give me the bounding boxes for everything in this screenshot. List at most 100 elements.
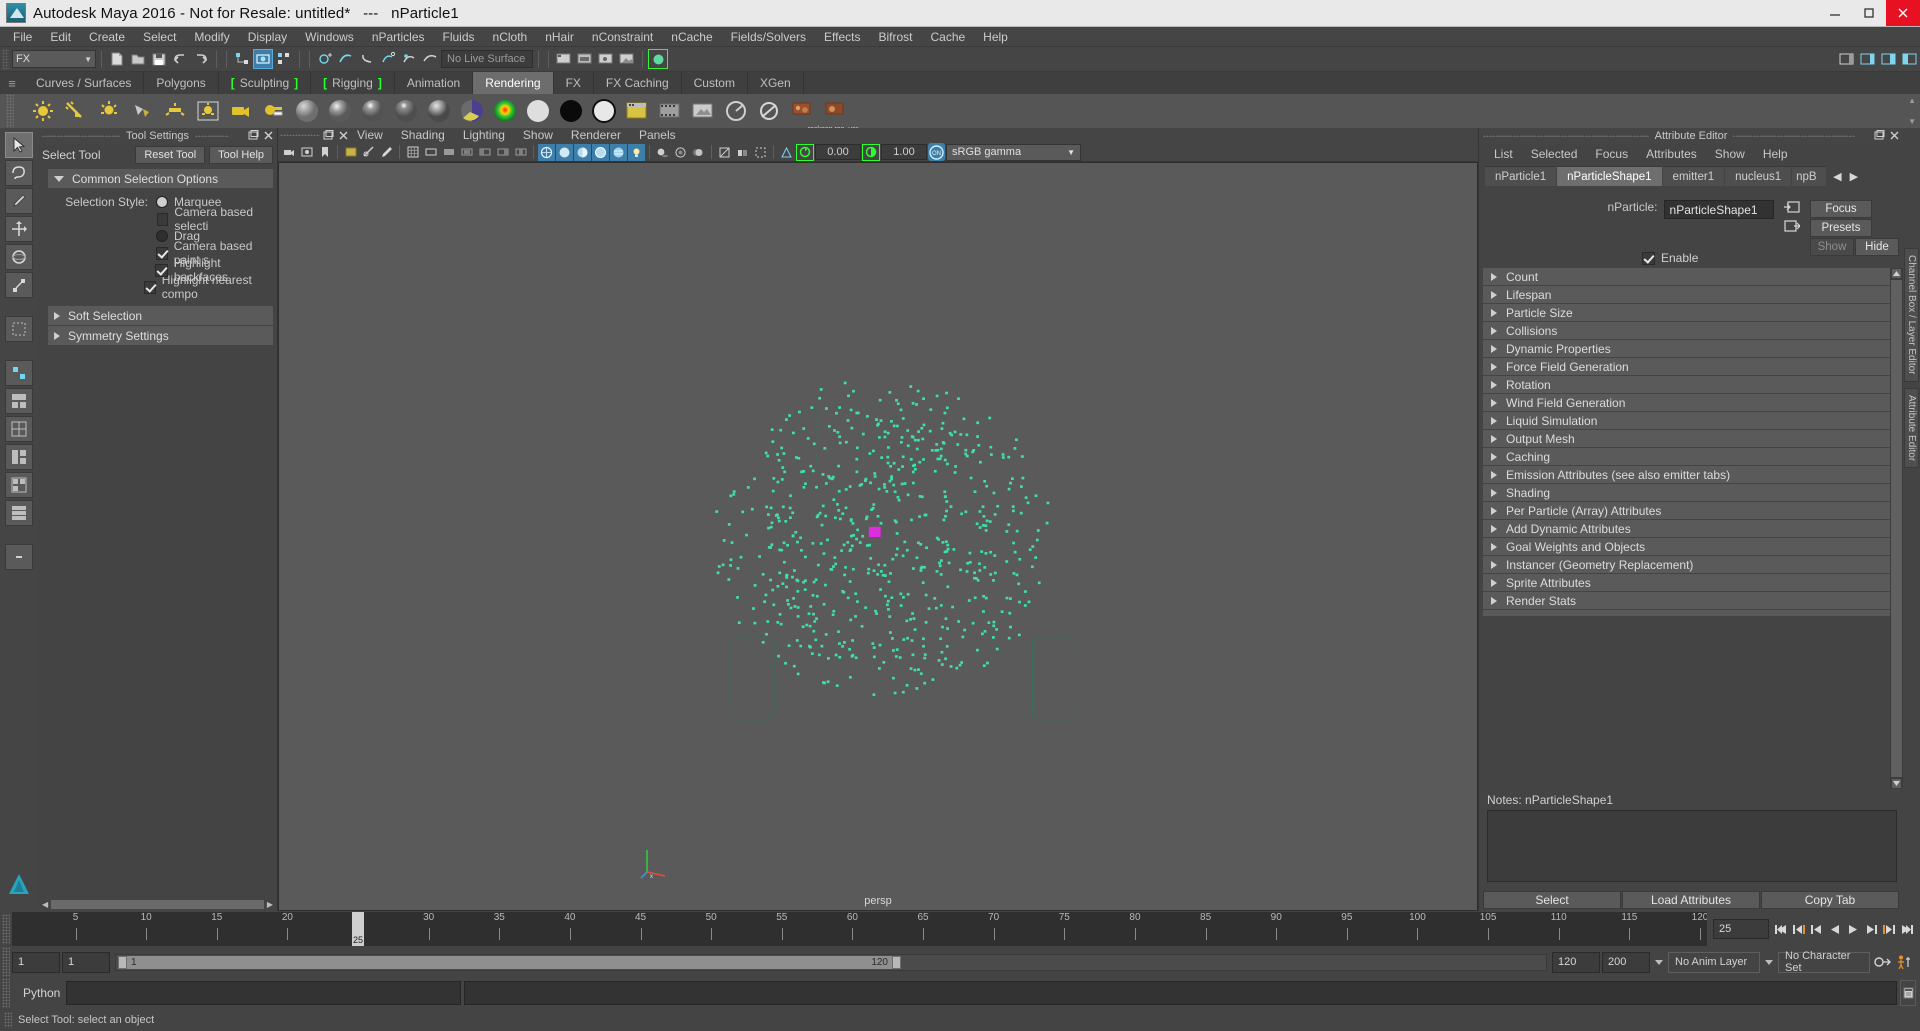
ae-menu-focus[interactable]: Focus [1586, 147, 1637, 161]
command-input-field[interactable] [66, 981, 461, 1005]
section-liquid-simulation[interactable]: Liquid Simulation [1483, 412, 1890, 429]
scroll-up-icon[interactable] [1891, 268, 1902, 279]
section-add-dynamic-attributes[interactable]: Add Dynamic Attributes [1483, 520, 1890, 537]
anisotropic-material-icon[interactable] [424, 96, 454, 126]
image-plane-icon[interactable] [342, 144, 359, 161]
menu-display[interactable]: Display [239, 27, 296, 47]
viewport-menu-shading[interactable]: Shading [392, 128, 454, 143]
viewport-menu-panels[interactable]: Panels [630, 128, 685, 143]
checkbox-highlight-backfaces[interactable] [154, 263, 168, 277]
select-by-component-icon[interactable] [274, 49, 294, 69]
section-render-stats[interactable]: Render Stats [1483, 592, 1890, 609]
camera-attributes-icon[interactable] [298, 144, 315, 161]
spot-light-icon[interactable] [127, 96, 157, 126]
menu-fields-solvers[interactable]: Fields/Solvers [722, 27, 815, 47]
menu-windows[interactable]: Windows [296, 27, 363, 47]
maximize-button[interactable] [1852, 0, 1886, 26]
ae-menu-selected[interactable]: Selected [1522, 147, 1587, 161]
hypershade-icon[interactable] [648, 49, 668, 69]
ae-tab-npb[interactable]: npB [1792, 166, 1827, 186]
vtab-channel-box-layer-editor[interactable]: Channel Box / Layer Editor [1904, 248, 1919, 382]
shelf-tab-fx[interactable]: FX [554, 72, 594, 94]
snap-to-grid-icon[interactable] [315, 49, 335, 69]
layered-shader-icon[interactable] [457, 96, 487, 126]
gamma-field[interactable]: 1.00 [881, 144, 927, 160]
paint-select-tool-button[interactable] [5, 188, 33, 214]
viewport-menu-renderer[interactable]: Renderer [562, 128, 630, 143]
anim-layer-chevron-icon[interactable] [1765, 959, 1773, 965]
frame-common-selection-options[interactable]: Common Selection Options [48, 169, 273, 188]
select-camera-icon[interactable] [280, 144, 297, 161]
close-panel-icon[interactable] [1888, 129, 1901, 142]
shelf-menu-handle-icon[interactable]: ≡ [0, 72, 24, 94]
viewport-menu-lighting[interactable]: Lighting [454, 128, 514, 143]
time-slider[interactable]: 5 10 15 20 25 30 35 40 45 50 55 60 65 70 75 80 85 90 95 100… [12, 912, 1707, 946]
area-light-icon[interactable] [193, 96, 223, 126]
time-slider-grip[interactable] [2, 914, 10, 944]
color-management-toggle-icon[interactable]: ON [928, 143, 945, 161]
live-surface-field[interactable]: No Live Surface [441, 50, 533, 68]
ae-menu-list[interactable]: List [1485, 147, 1522, 161]
section-sprite-attributes[interactable]: Sprite Attributes [1483, 574, 1890, 591]
help-line-grip[interactable] [4, 1012, 12, 1028]
color-space-selector[interactable]: sRGB gamma ▼ [946, 143, 1081, 161]
shelf-tab-sculpting[interactable]: [ Sculpting ] [219, 72, 312, 94]
layout-panel-e-icon[interactable] [5, 500, 33, 526]
ae-menu-help[interactable]: Help [1754, 147, 1797, 161]
make-live-icon[interactable] [420, 49, 440, 69]
grid-toggle-icon[interactable] [404, 144, 421, 161]
bookmark-icon[interactable] [316, 144, 333, 161]
menu-set-selector[interactable]: FX ▼ [12, 50, 96, 68]
film-gate-opt-d-icon[interactable] [512, 144, 529, 161]
node-name-field[interactable]: nParticleShape1 [1663, 200, 1774, 219]
snap-to-point-icon[interactable] [357, 49, 377, 69]
section-lifespan[interactable]: Lifespan [1483, 286, 1890, 303]
load-attributes-button[interactable]: Load Attributes [1622, 891, 1760, 909]
multisample-anti-aliasing-icon[interactable] [716, 144, 733, 161]
section-count[interactable]: Count [1483, 268, 1890, 285]
gamma-reset-button[interactable] [862, 143, 880, 161]
snap-to-view-plane-icon[interactable] [399, 49, 419, 69]
step-back-frame-icon[interactable] [1809, 921, 1824, 938]
playback-end-time-field[interactable]: 120 [1552, 951, 1600, 973]
menu-effects[interactable]: Effects [815, 27, 869, 47]
animation-start-time-field[interactable]: 1 [12, 951, 60, 973]
scroll-right-icon[interactable]: ▶ [267, 900, 273, 909]
playback-start-time-field[interactable]: 1 [62, 951, 110, 973]
undock-panel-icon[interactable] [1873, 129, 1886, 142]
new-scene-icon[interactable] [107, 49, 127, 69]
undock-panel-icon[interactable] [247, 129, 260, 142]
close-button[interactable] [1886, 0, 1920, 26]
section-per-particle-array-attributes[interactable]: Per Particle (Array) Attributes [1483, 502, 1890, 519]
character-set-selector[interactable]: No Character Set [1778, 950, 1870, 974]
snap-to-projected-center-icon[interactable] [378, 49, 398, 69]
render-settings-icon[interactable] [754, 96, 784, 126]
section-goal-weights-and-objects[interactable]: Goal Weights and Objects [1483, 538, 1890, 555]
use-background-icon[interactable] [556, 96, 586, 126]
output-connection-icon[interactable] [1783, 219, 1800, 233]
viewport-3d-canvas[interactable]: x persp [278, 162, 1478, 911]
focus-button[interactable]: Focus [1810, 200, 1872, 218]
range-slider-bar[interactable]: 1 120 [115, 953, 1547, 971]
menu-fluids[interactable]: Fluids [434, 27, 484, 47]
open-render-view-icon[interactable] [554, 49, 574, 69]
vtab-attribute-editor[interactable]: Attribute Editor [1904, 387, 1919, 468]
batch-render-icon[interactable] [688, 96, 718, 126]
section-emission-attributes[interactable]: Emission Attributes (see also emitter ta… [1483, 466, 1890, 483]
attribute-editor-scrollbar[interactable] [1890, 268, 1903, 789]
grease-pencil-icon[interactable] [378, 144, 395, 161]
isolate-select-icon[interactable] [752, 144, 769, 161]
section-partial[interactable] [1483, 610, 1890, 616]
xray-display-icon[interactable] [778, 144, 795, 161]
copy-tab-button[interactable]: Copy Tab [1761, 891, 1899, 909]
section-shading[interactable]: Shading [1483, 484, 1890, 501]
range-slider-grip[interactable] [2, 947, 10, 977]
menu-bifrost[interactable]: Bifrost [869, 27, 921, 47]
current-frame-field[interactable]: 25 [1713, 919, 1769, 939]
ae-tab-nparticle1[interactable]: nParticle1 [1485, 166, 1557, 186]
tool-help-button[interactable]: Tool Help [209, 146, 273, 164]
section-force-field-generation[interactable]: Force Field Generation [1483, 358, 1890, 375]
animation-preferences-icon[interactable] [1894, 954, 1916, 970]
input-connection-icon[interactable] [1783, 200, 1800, 214]
menu-cache[interactable]: Cache [921, 27, 974, 47]
